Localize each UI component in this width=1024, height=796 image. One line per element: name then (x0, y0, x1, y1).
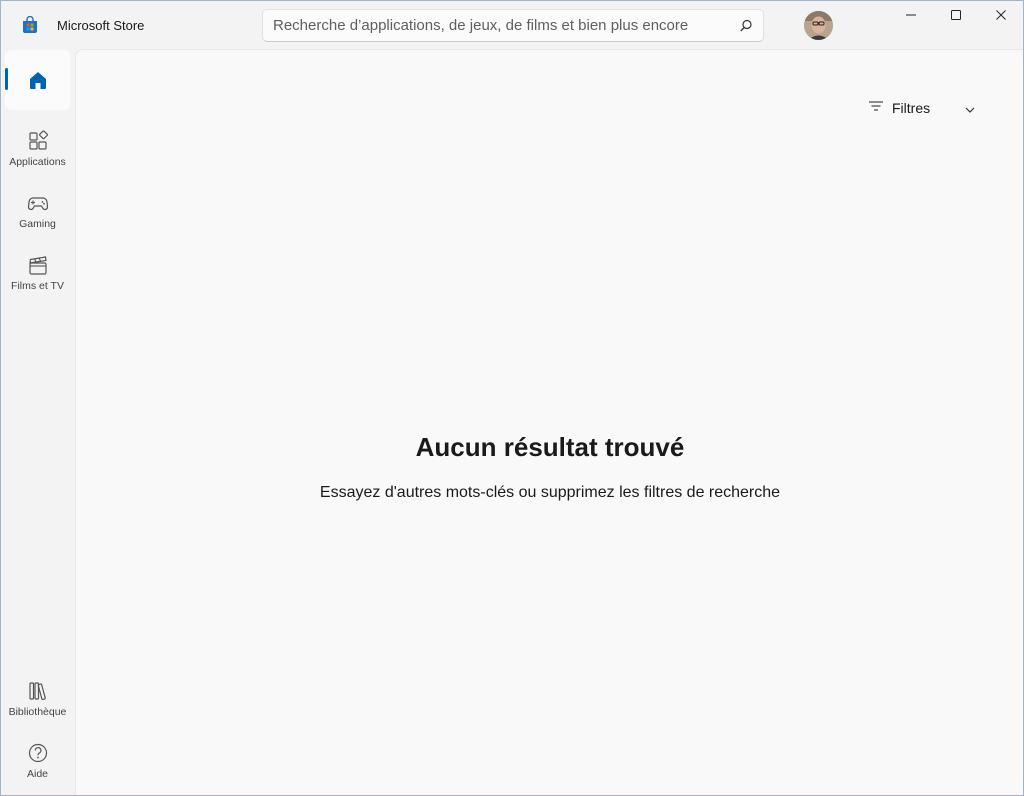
chevron-down-icon (964, 102, 976, 120)
apps-icon (27, 130, 49, 152)
search-box[interactable] (262, 9, 764, 42)
gamepad-icon (27, 192, 49, 214)
filters-label: Filtres (892, 100, 931, 116)
sidebar-item-label: Aide (26, 768, 48, 780)
empty-state-subtitle: Essayez d'autres mots-clés ou supprimez … (319, 484, 781, 501)
store-icon (21, 15, 39, 34)
sidebar-item-label: Gaming (19, 218, 56, 230)
clapperboard-icon (27, 254, 49, 276)
sidebar: Applications Gaming Films et TV Biblioth… (1, 49, 75, 795)
app-title: Microsoft Store (57, 18, 145, 33)
close-button[interactable] (978, 1, 1024, 33)
avatar[interactable] (804, 11, 833, 40)
main-content: Filtres Aucun résultat trouvé Essayez d'… (75, 49, 1023, 795)
close-icon (995, 8, 1007, 26)
search-input[interactable] (273, 10, 733, 41)
empty-state-title: Aucun résultat trouvé (415, 432, 685, 462)
home-icon (27, 69, 49, 91)
sidebar-item-applications[interactable]: Applications (5, 119, 70, 179)
title-bar[interactable]: Microsoft Store (1, 1, 1023, 49)
minimize-button[interactable] (888, 1, 934, 33)
library-icon (27, 680, 49, 702)
active-indicator (5, 68, 8, 90)
sidebar-item-help[interactable]: Aide (5, 731, 70, 791)
filter-icon (868, 99, 884, 118)
help-icon (27, 742, 49, 764)
filters-button[interactable]: Filtres (868, 96, 978, 120)
maximize-button[interactable] (933, 1, 979, 33)
sidebar-item-label: Applications (9, 156, 66, 168)
store-window: Microsoft Store Recherche d’applications… (0, 0, 1024, 796)
search-icon[interactable] (737, 17, 755, 35)
minimize-icon (905, 8, 917, 26)
sidebar-item-label: Bibliothèque (8, 706, 67, 718)
maximize-icon (950, 8, 962, 26)
sidebar-item-library[interactable]: Bibliothèque (5, 669, 70, 729)
sidebar-item-home[interactable] (5, 50, 70, 110)
sidebar-item-gaming[interactable]: Gaming (5, 181, 70, 241)
sidebar-item-films-tv[interactable]: Films et TV (5, 243, 70, 303)
sidebar-item-label: Films et TV (11, 280, 64, 292)
